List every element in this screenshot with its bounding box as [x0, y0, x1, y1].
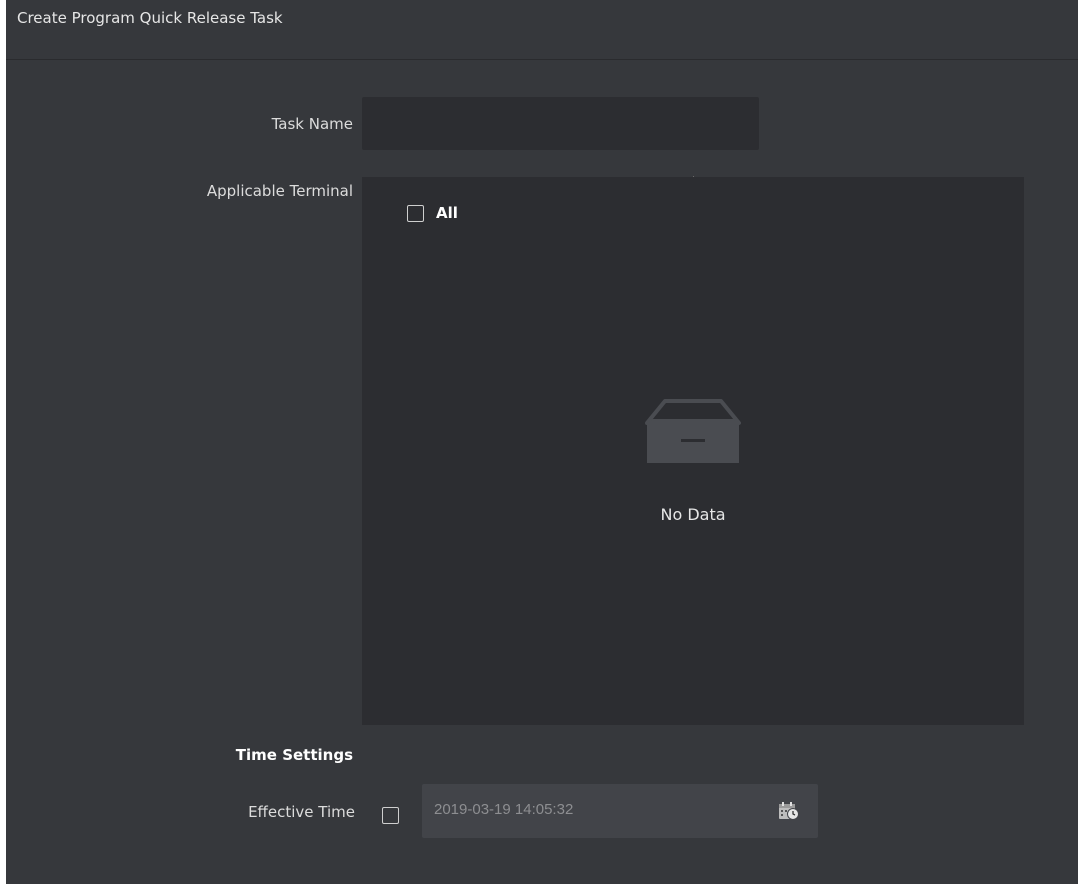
task-name-input[interactable] [362, 97, 759, 150]
no-data-text: No Data [660, 505, 726, 524]
effective-time-field[interactable]: 2019-03-19 14:05:32 [422, 784, 818, 838]
select-all-row[interactable]: All [407, 204, 458, 222]
empty-box-icon [645, 399, 741, 463]
select-all-checkbox[interactable] [407, 204, 424, 222]
effective-time-label: Effective Time [248, 803, 355, 821]
terminal-list-panel: All No Data [362, 177, 1024, 725]
task-name-label: Task Name [271, 115, 353, 133]
create-task-dialog: Create Program Quick Release Task Task N… [6, 0, 1078, 884]
effective-time-value: 2019-03-19 14:05:32 [434, 801, 574, 818]
time-settings-heading: Time Settings [235, 746, 353, 764]
effective-time-checkbox[interactable] [382, 807, 399, 824]
dialog-titlebar: Create Program Quick Release Task [6, 0, 1078, 60]
select-all-label: All [436, 204, 458, 222]
applicable-terminal-label: Applicable Terminal [206, 182, 353, 200]
calendar-clock-icon[interactable] [778, 801, 800, 821]
empty-state: No Data [362, 397, 1024, 524]
dialog-title: Create Program Quick Release Task [17, 9, 283, 27]
